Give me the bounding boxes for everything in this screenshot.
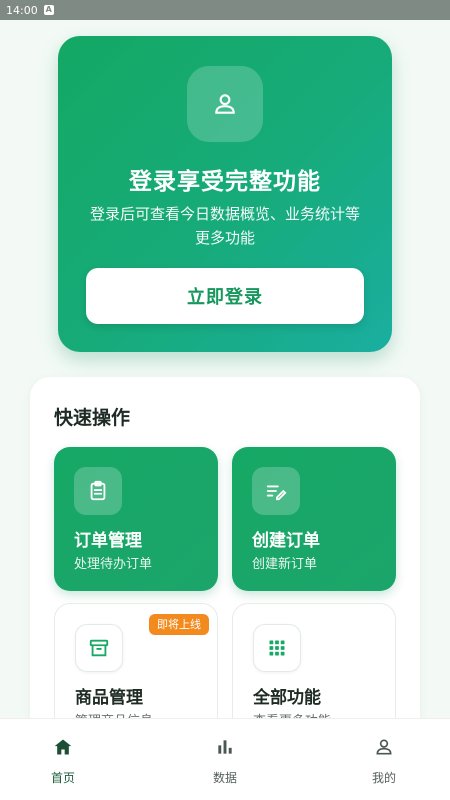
- home-icon: [54, 739, 72, 755]
- tile-title: 创建订单: [252, 531, 320, 551]
- person-icon: [215, 94, 235, 114]
- tile-icon-box: [253, 624, 301, 672]
- tile-icon-box: [74, 467, 122, 515]
- bar-chart-icon: [218, 740, 232, 754]
- tile-order-management[interactable]: 订单管理 处理待办订单: [54, 447, 218, 591]
- avatar: [187, 66, 263, 142]
- nav-item-data[interactable]: 数据: [180, 733, 270, 786]
- status-time: 14:00: [6, 3, 38, 17]
- nav-label: 我的: [371, 771, 396, 785]
- status-notification-icon: A: [43, 5, 54, 15]
- coming-soon-badge: 即将上线: [149, 614, 209, 635]
- tile-subtitle: 处理待办订单: [74, 557, 153, 572]
- bottom-nav: 首页 数据 我的: [0, 718, 450, 800]
- login-button[interactable]: 立即登录: [86, 268, 364, 324]
- nav-label: 数据: [212, 771, 237, 785]
- tile-subtitle: 创建新订单: [252, 557, 318, 572]
- tile-icon-box: [75, 624, 123, 672]
- login-card: 登录享受完整功能 登录后可查看今日数据概览、业务统计等更多功能 立即登录: [58, 36, 392, 352]
- nav-item-mine[interactable]: 我的: [339, 733, 429, 786]
- grid-icon: [269, 640, 285, 656]
- tile-icon-box: [252, 467, 300, 515]
- person-icon: [376, 739, 392, 755]
- tile-title: 全部功能: [253, 688, 321, 708]
- clipboard-icon: [90, 480, 106, 501]
- archive-box-icon: [89, 639, 109, 657]
- quick-actions-title: 快速操作: [54, 407, 131, 429]
- tile-title: 商品管理: [75, 688, 143, 708]
- status-bar: 14:00 A: [0, 0, 450, 20]
- app-screen: 14:00 A 登录享受完整功能 登录后可查看今日数据概览、业务统计等更多功能 …: [0, 0, 450, 800]
- tile-create-order[interactable]: 创建订单 创建新订单: [232, 447, 396, 591]
- nav-item-home[interactable]: 首页: [18, 733, 108, 786]
- tile-title: 订单管理: [74, 531, 142, 551]
- login-description: 登录后可查看今日数据概览、业务统计等更多功能: [89, 205, 360, 247]
- nav-label: 首页: [50, 771, 75, 785]
- edit-list-icon: [266, 485, 287, 501]
- login-title: 登录享受完整功能: [129, 169, 321, 195]
